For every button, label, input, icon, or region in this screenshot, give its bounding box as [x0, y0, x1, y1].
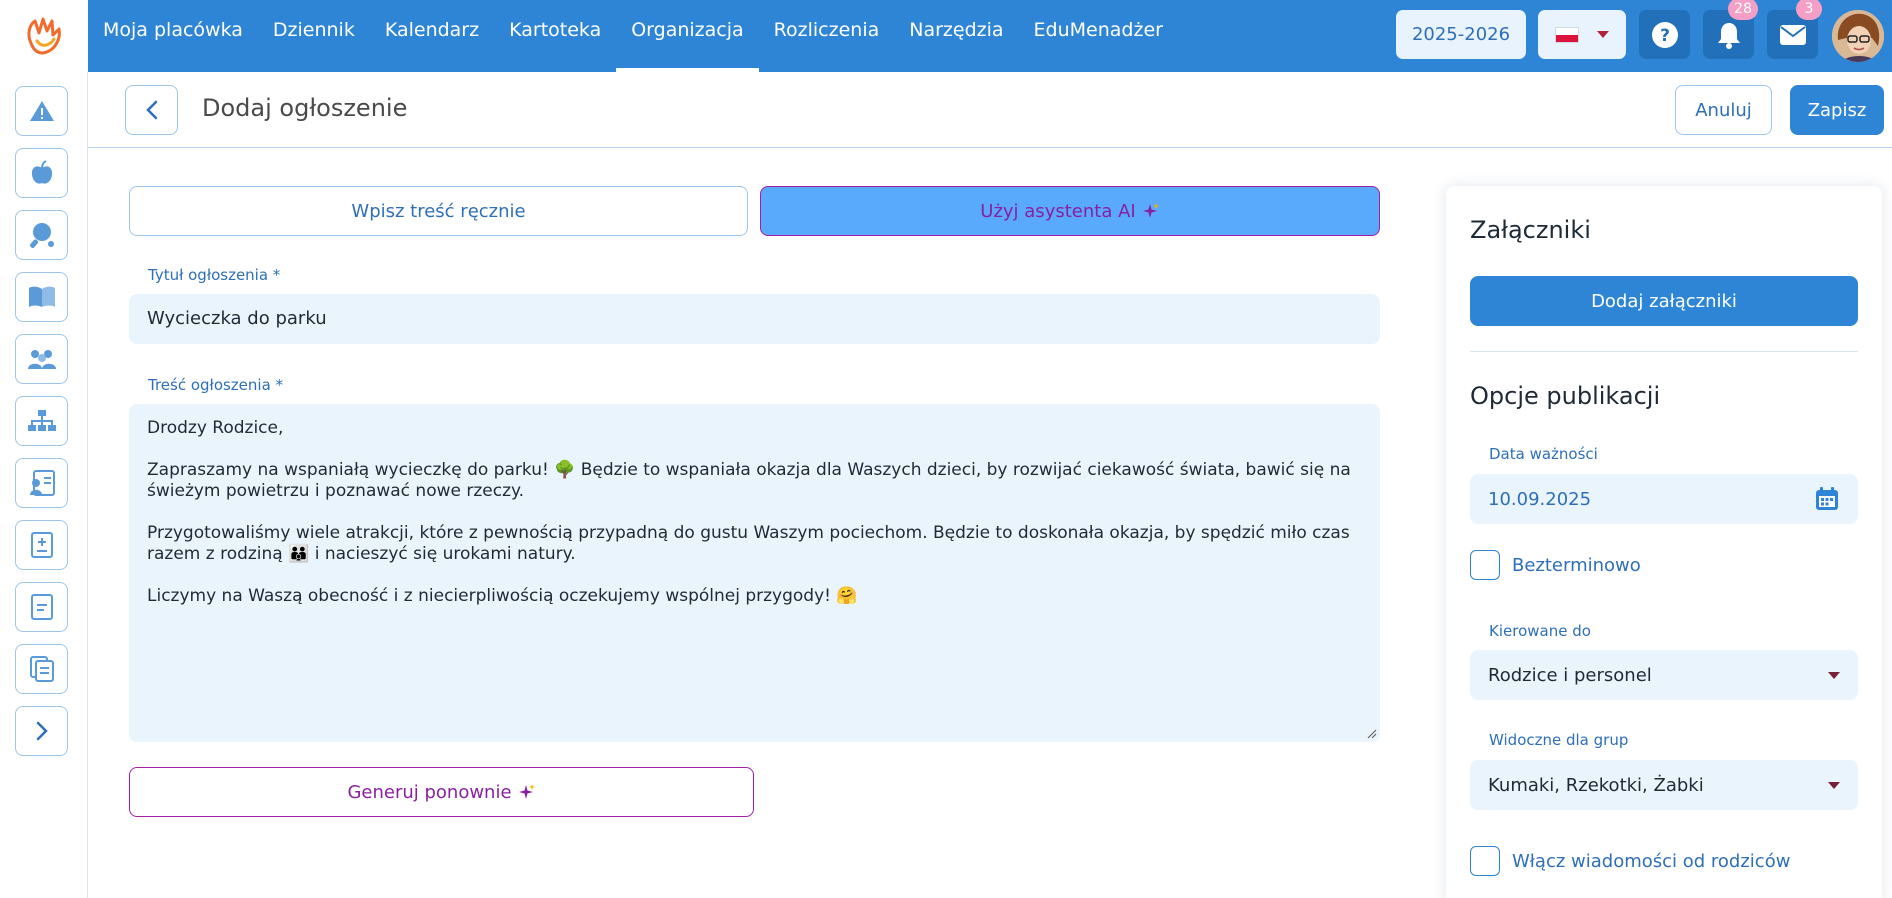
publish-options-title: Opcje publikacji [1470, 382, 1661, 410]
content-textarea[interactable]: Drodzy Rodzice, Zapraszamy na wspaniałą … [129, 404, 1380, 742]
sidebar-expand-button[interactable] [15, 706, 68, 756]
use-ai-assistant-button[interactable]: Użyj asystenta AI [760, 186, 1380, 236]
warning-icon [29, 101, 54, 121]
app-logo[interactable] [0, 0, 88, 72]
add-attachments-button[interactable]: Dodaj załączniki [1470, 276, 1858, 326]
language-selector[interactable] [1538, 10, 1626, 59]
nav-kartoteka[interactable]: Kartoteka [494, 0, 616, 72]
sidebar-item-documents[interactable] [15, 644, 68, 694]
sidebar-item-nutrition[interactable] [15, 148, 68, 198]
audience-label: Kierowane do [1489, 622, 1591, 640]
chevron-down-icon [1828, 671, 1840, 679]
sidebar-item-document[interactable] [15, 582, 68, 632]
top-bar: Moja placówka Dziennik Kalendarz Kartote… [0, 0, 1892, 72]
resize-handle-icon[interactable] [1367, 729, 1377, 739]
page-header: Dodaj ogłoszenie Anuluj Zapisz [88, 72, 1892, 148]
indefinite-checkbox[interactable] [1470, 550, 1500, 580]
write-manually-button[interactable]: Wpisz treść ręcznie [129, 186, 748, 236]
chevron-down-icon [1597, 31, 1609, 38]
ping-pong-icon [29, 223, 54, 248]
group-icon [27, 350, 56, 369]
save-button[interactable]: Zapisz [1790, 85, 1884, 135]
nav-rozliczenia[interactable]: Rozliczenia [759, 0, 895, 72]
indefinite-option[interactable]: Bezterminowo [1470, 550, 1641, 580]
groups-value: Kumaki, Rzekotki, Żabki [1488, 774, 1704, 796]
groups-select[interactable]: Kumaki, Rzekotki, Żabki [1470, 760, 1858, 810]
chevron-down-icon [1828, 781, 1840, 789]
sparkles-icon [1142, 203, 1159, 218]
side-panel: Załączniki Dodaj załączniki Opcje publik… [1446, 186, 1882, 898]
hands-logo-icon [27, 17, 61, 55]
page-title: Dodaj ogłoszenie [202, 94, 408, 122]
sidebar-item-structure[interactable] [15, 396, 68, 446]
chevron-right-icon [36, 721, 48, 741]
expiry-date-label: Data ważności [1489, 445, 1598, 463]
sidebar-item-new-document[interactable] [15, 520, 68, 570]
notifications-button[interactable]: 28 [1703, 0, 1758, 59]
nav-kalendarz[interactable]: Kalendarz [370, 0, 494, 72]
org-chart-icon [27, 410, 56, 431]
main-nav: Moja placówka Dziennik Kalendarz Kartote… [88, 0, 1178, 72]
poland-flag-icon [1555, 26, 1579, 43]
user-avatar[interactable] [1832, 10, 1884, 62]
use-ai-assistant-label: Użyj asystenta AI [980, 200, 1136, 222]
write-manually-label: Wpisz treść ręcznie [351, 200, 526, 222]
envelope-icon [1779, 24, 1806, 45]
panel-divider [1470, 351, 1858, 352]
sidebar-item-staff[interactable] [15, 458, 68, 508]
calendar-icon[interactable] [1814, 486, 1840, 512]
audience-select[interactable]: Rodzice i personel [1470, 650, 1858, 700]
document-icon [30, 594, 53, 620]
content-greeting: Drodzy Rodzice, [147, 418, 284, 438]
indefinite-label: Bezterminowo [1512, 554, 1641, 576]
parent-messages-option[interactable]: Włącz wiadomości od rodziców [1470, 846, 1790, 876]
school-year-button[interactable]: 2025-2026 [1396, 10, 1526, 59]
parent-messages-checkbox[interactable] [1470, 846, 1500, 876]
content-paragraph-2: Przygotowaliśmy wiele atrakcji, które z … [147, 523, 1350, 564]
messages-badge: 3 [1796, 0, 1822, 20]
sidebar-item-groups[interactable] [15, 334, 68, 384]
sidebar-item-library[interactable] [15, 272, 68, 322]
bell-icon [1717, 22, 1740, 49]
groups-label: Widoczne dla grup [1489, 731, 1629, 749]
documents-icon [29, 656, 54, 682]
expiry-date-field[interactable]: 10.09.2025 [1470, 474, 1858, 524]
attachments-title: Załączniki [1470, 216, 1591, 244]
regenerate-button[interactable]: Generuj ponownie [129, 767, 754, 817]
user-list-icon [29, 470, 55, 496]
content-paragraph-3: Liczymy na Waszą obecność i z niecierpli… [147, 586, 858, 606]
book-icon [28, 286, 55, 307]
cancel-button[interactable]: Anuluj [1675, 85, 1772, 135]
expiry-date-value: 10.09.2025 [1488, 488, 1592, 510]
parent-messages-label: Włącz wiadomości od rodziców [1512, 850, 1791, 872]
document-add-icon [30, 532, 53, 558]
back-button[interactable] [125, 85, 178, 135]
chevron-left-icon [145, 100, 157, 120]
help-button[interactable]: ? [1639, 10, 1690, 59]
audience-value: Rodzice i personel [1488, 664, 1652, 686]
apple-icon [31, 160, 52, 184]
help-icon: ? [1651, 21, 1678, 48]
notifications-badge: 28 [1728, 0, 1758, 20]
left-sidebar [0, 72, 88, 898]
sidebar-item-activities[interactable] [15, 210, 68, 260]
nav-organizacja[interactable]: Organizacja [616, 0, 760, 72]
nav-edumenadzer[interactable]: EduMenadżer [1019, 0, 1178, 72]
regenerate-label: Generuj ponownie [347, 781, 512, 803]
nav-moja-placowka[interactable]: Moja placówka [88, 0, 258, 72]
content-paragraph-1: Zapraszamy na wspaniałą wycieczkę do par… [147, 460, 1351, 501]
nav-narzedzia[interactable]: Narzędzia [894, 0, 1018, 72]
messages-button[interactable]: 3 [1767, 0, 1822, 59]
sidebar-item-alerts[interactable] [15, 86, 68, 136]
title-input[interactable]: Wycieczka do parku [129, 294, 1380, 344]
user-photo-icon [1832, 10, 1884, 62]
content-label: Treść ogłoszenia * [148, 376, 284, 394]
nav-dziennik[interactable]: Dziennik [258, 0, 370, 72]
svg-text:?: ? [1660, 26, 1670, 46]
sparkles-icon [518, 784, 535, 799]
title-label: Tytuł ogłoszenia * [148, 266, 281, 284]
